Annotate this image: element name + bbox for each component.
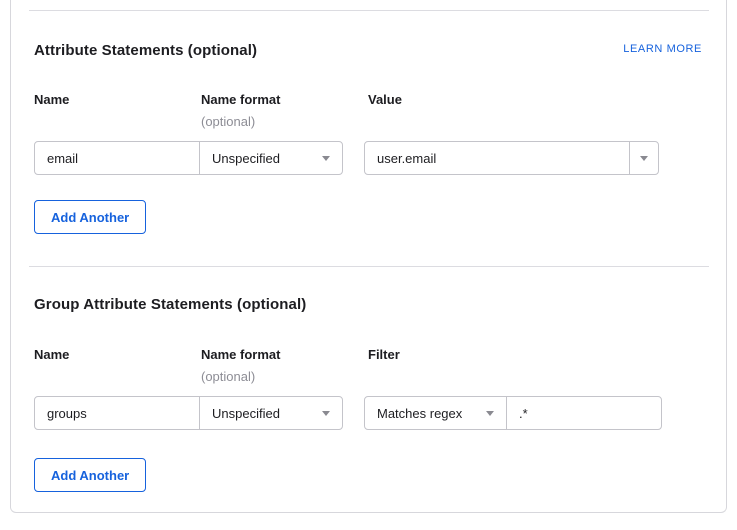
value-column-label: Value xyxy=(368,92,402,107)
filter-column-label: Filter xyxy=(368,347,400,362)
attribute-name-format-value: Unspecified xyxy=(212,151,280,166)
chevron-down-icon xyxy=(486,411,494,416)
group-attribute-name-input[interactable] xyxy=(34,396,200,430)
divider xyxy=(29,10,709,11)
group-attribute-name-format-value: Unspecified xyxy=(212,406,280,421)
chevron-down-icon xyxy=(322,156,330,161)
name-format-optional-note: (optional) xyxy=(201,114,255,129)
chevron-down-icon xyxy=(322,411,330,416)
name-format-column-label: Name format xyxy=(201,347,280,362)
name-format-column-label: Name format xyxy=(201,92,280,107)
name-column-label: Name xyxy=(34,92,69,107)
group-attribute-name-group: Unspecified xyxy=(34,396,343,430)
divider xyxy=(29,266,709,267)
group-attribute-filter-type-value: Matches regex xyxy=(377,406,462,421)
add-another-attribute-button[interactable]: Add Another xyxy=(34,200,146,234)
group-attribute-filter-type-select[interactable]: Matches regex xyxy=(364,396,507,430)
attribute-value-dropdown-button[interactable] xyxy=(629,141,659,175)
group-attribute-name-format-select[interactable]: Unspecified xyxy=(199,396,343,430)
attribute-name-format-select[interactable]: Unspecified xyxy=(199,141,343,175)
attribute-name-group: Unspecified xyxy=(34,141,343,175)
name-column-label: Name xyxy=(34,347,69,362)
attribute-statements-heading: Attribute Statements (optional) xyxy=(34,42,257,59)
attribute-name-input[interactable] xyxy=(34,141,200,175)
attribute-value-input[interactable] xyxy=(364,141,630,175)
group-attribute-filter-group: Matches regex xyxy=(364,396,662,430)
attribute-value-group xyxy=(364,141,659,175)
group-attribute-filter-value-input[interactable] xyxy=(506,396,662,430)
chevron-down-icon xyxy=(640,156,648,161)
add-another-group-attribute-button[interactable]: Add Another xyxy=(34,458,146,492)
group-attribute-statements-heading: Group Attribute Statements (optional) xyxy=(34,296,306,313)
saml-settings-panel: Attribute Statements (optional) LEARN MO… xyxy=(10,0,727,513)
learn-more-link[interactable]: LEARN MORE xyxy=(623,43,702,55)
name-format-optional-note: (optional) xyxy=(201,369,255,384)
